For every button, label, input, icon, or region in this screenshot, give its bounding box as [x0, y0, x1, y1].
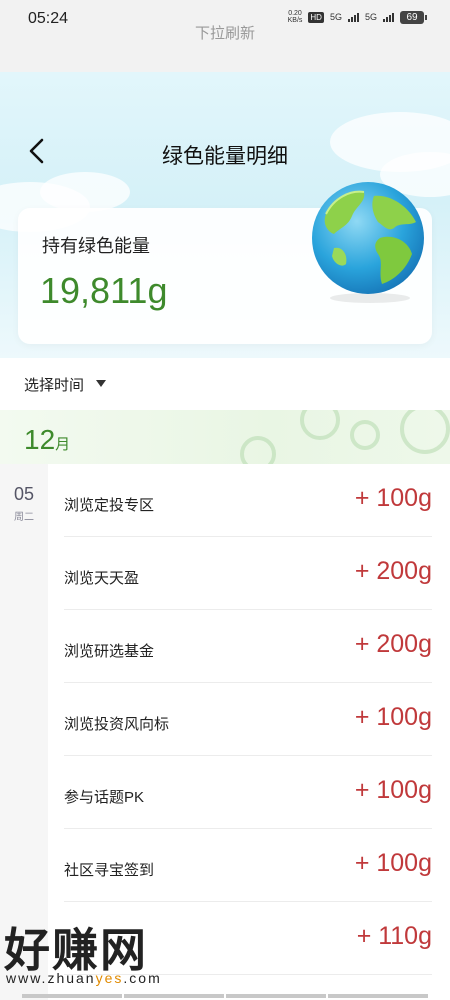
- record-name: 浏览研选基金: [64, 643, 155, 660]
- list-item: 社区寻宝签到 + 100g: [64, 829, 432, 902]
- signal-icon: [347, 12, 359, 22]
- globe-icon: [312, 182, 424, 303]
- cloud-decoration: [40, 172, 130, 212]
- bottom-indicator: [0, 994, 450, 1000]
- sim1-label: 5G: [329, 12, 342, 22]
- list-item: 参与话题PK + 100g: [64, 756, 432, 829]
- battery-icon: 69: [400, 10, 427, 24]
- record-name: 浏览定投专区: [64, 497, 155, 514]
- bubble-decoration: [240, 436, 276, 464]
- record-name: 浏览投资风向标: [64, 716, 170, 733]
- time-filter-label: 选择时间: [24, 377, 85, 394]
- record-name: 社区寻宝签到: [64, 862, 155, 879]
- list-item: 浏览定投专区 + 100g: [64, 464, 432, 537]
- time-filter[interactable]: 选择时间: [0, 358, 450, 410]
- system-indicators: 0.20 KB/s HD 5G 5G 69: [287, 10, 427, 24]
- bubble-decoration: [350, 420, 380, 450]
- month-header: 12月: [0, 410, 450, 464]
- network-speed: 0.20 KB/s: [287, 10, 303, 24]
- day-number: 05: [13, 484, 35, 504]
- list-item: 浏览天天盈 + 200g: [64, 537, 432, 610]
- signal-icon: [383, 12, 394, 22]
- energy-label: 持有绿色能量: [42, 236, 150, 256]
- list-item: 浏览研选基金 + 200g: [64, 610, 432, 683]
- pull-to-refresh-hint: 下拉刷新: [194, 25, 255, 42]
- status-bar: 05:24 下拉刷新 0.20 KB/s HD 5G 5G 69: [0, 0, 450, 72]
- energy-record-list: 05 周二 浏览定投专区 + 100g 浏览天天盈 + 200g 浏览研选基金 …: [0, 464, 450, 1000]
- list-item: 浏览投资风向标 + 100g: [64, 683, 432, 756]
- page-title: 绿色能量明细: [162, 145, 288, 168]
- day-column: 05 周二: [0, 464, 48, 1000]
- weekday-label: 周二: [14, 512, 34, 523]
- record-name: 浏览天天盈: [64, 570, 140, 587]
- hd-voice-icon: HD: [308, 11, 324, 23]
- bubble-decoration: [400, 410, 450, 454]
- record-amount: + 100g: [354, 776, 432, 804]
- record-amount: + 200g: [354, 630, 432, 658]
- sim2-label: 5G: [364, 12, 377, 22]
- caret-down-icon: [96, 380, 106, 387]
- energy-value: 19,811g: [40, 270, 168, 311]
- record-amount: + 100g: [354, 849, 432, 877]
- bubble-decoration: [300, 410, 340, 440]
- list-item: + 110g: [64, 902, 432, 975]
- record-amount: + 110g: [356, 922, 432, 950]
- record-amount: + 100g: [354, 703, 432, 731]
- record-name: 参与话题PK: [64, 789, 145, 806]
- record-amount: + 200g: [354, 557, 432, 585]
- record-amount: + 100g: [354, 484, 432, 512]
- month-label: 12月: [24, 424, 71, 455]
